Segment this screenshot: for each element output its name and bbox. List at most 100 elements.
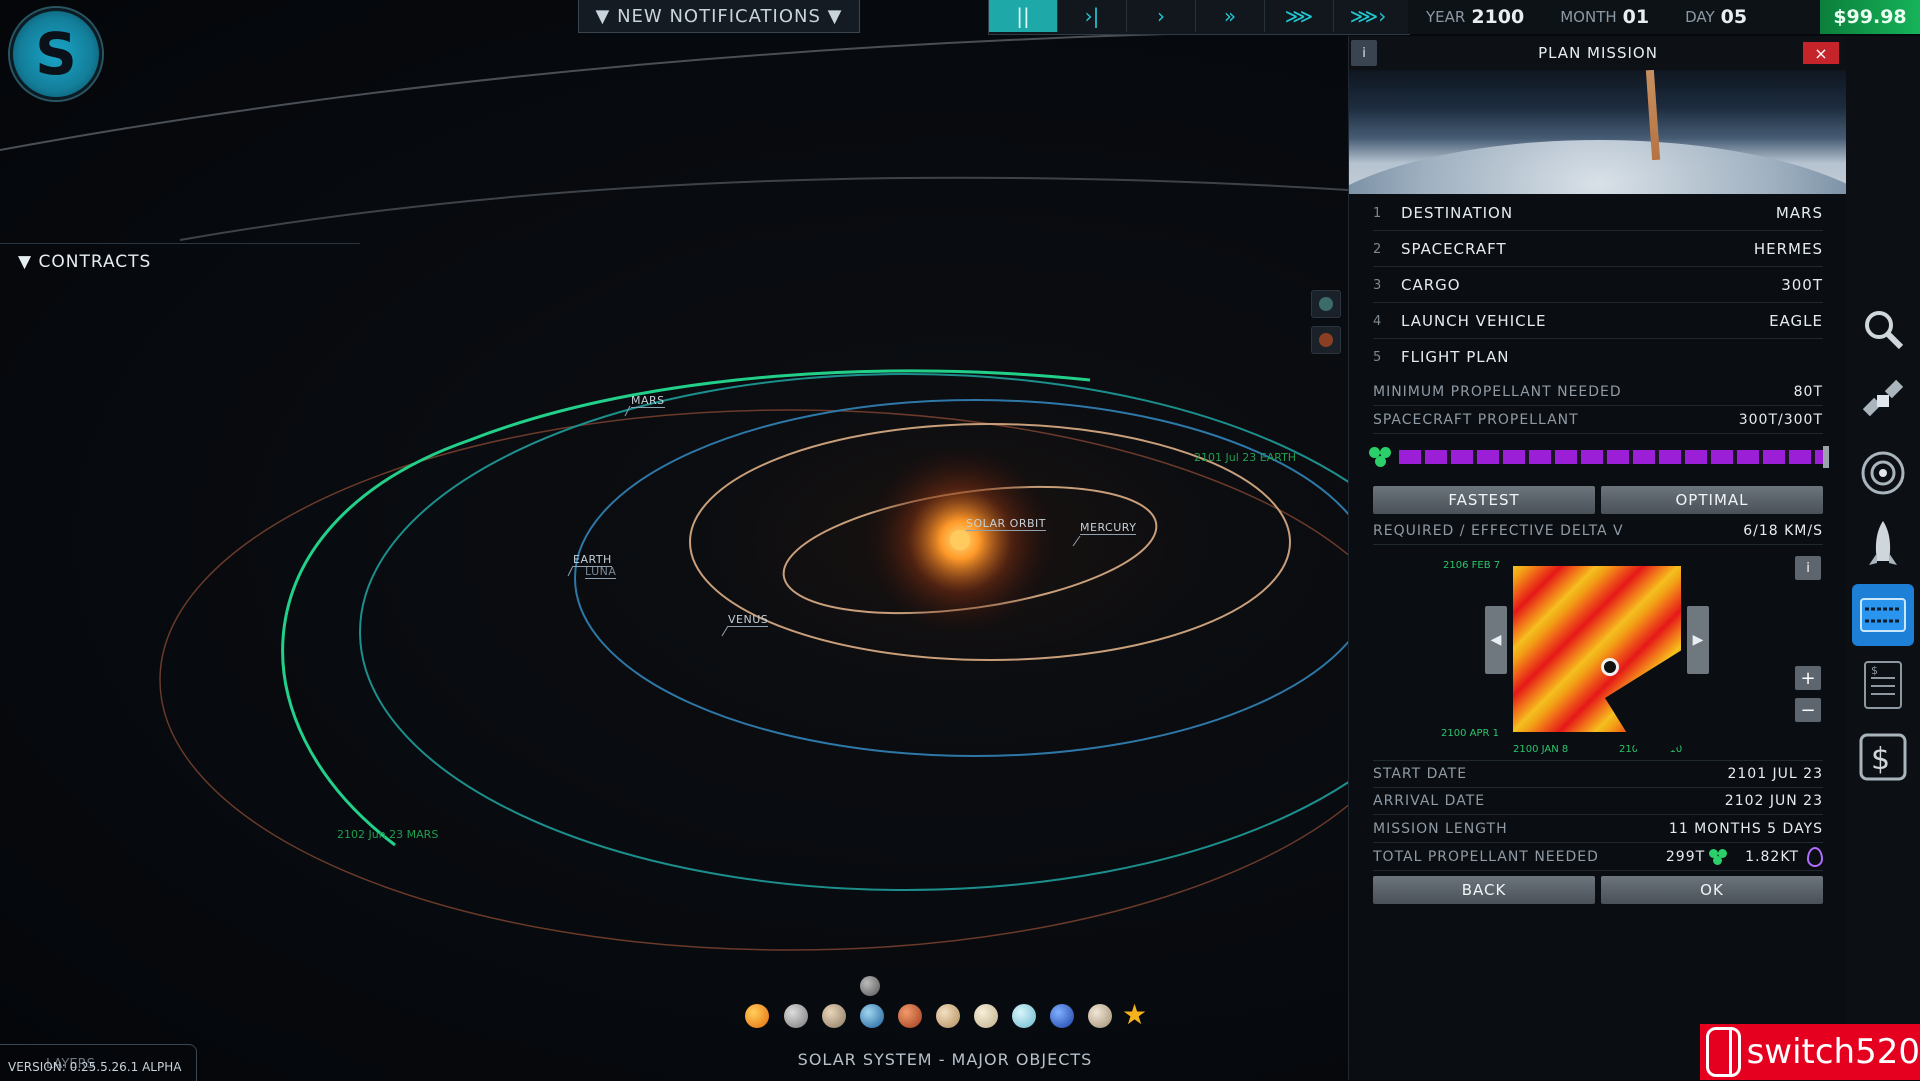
total-propellant-value: 299T	[1665, 849, 1706, 865]
arrival-date-row: ARRIVAL DATE 2102 JUN 23	[1373, 788, 1823, 815]
svg-text:$: $	[1871, 664, 1878, 677]
year-label: YEAR	[1426, 8, 1466, 26]
date-display: YEAR 2100 MONTH 01 DAY 05	[1408, 0, 1820, 34]
earth-icon[interactable]	[860, 1004, 884, 1028]
plan-mission-panel: PLAN MISSION i × 1 DESTINATION MARS 2 SP…	[1348, 36, 1847, 1080]
app-logo[interactable]: S	[10, 8, 102, 100]
launch-image	[1349, 70, 1847, 194]
svg-text:$: $	[1871, 742, 1890, 777]
propellant-icon	[1709, 849, 1729, 865]
porkchop-next-button[interactable]: ▶	[1687, 606, 1709, 674]
propellant-bar-fill	[1399, 450, 1823, 464]
propellant-bar	[1399, 450, 1823, 464]
porkchop-y-bottom-label: 2100 APR 1	[1441, 728, 1499, 739]
saturn-icon[interactable]	[974, 1004, 998, 1028]
watermark-text: switch520	[1746, 1032, 1920, 1072]
solar-orbit-label[interactable]: SOLAR ORBIT	[966, 517, 1046, 531]
venus-icon[interactable]	[822, 1004, 846, 1028]
zoom-out-button[interactable]: −	[1795, 698, 1821, 722]
month-label: MONTH	[1560, 8, 1617, 26]
mars-label[interactable]: MARS	[631, 394, 665, 408]
rocket-icon[interactable]	[1852, 514, 1914, 576]
venus-label[interactable]: VENUS	[728, 613, 769, 627]
contracts-divider	[0, 243, 360, 244]
orbit-diagram	[0, 29, 1348, 951]
uranus-icon[interactable]	[1012, 1004, 1036, 1028]
map-title: SOLAR SYSTEM - MAJOR OBJECTS	[797, 1050, 1093, 1069]
ok-button[interactable]: OK	[1601, 876, 1823, 904]
fast-button[interactable]: »	[1196, 0, 1265, 32]
propellant-icon	[1369, 447, 1393, 469]
jupiter-icon[interactable]	[936, 1004, 960, 1028]
play-button[interactable]: ›	[1127, 0, 1196, 32]
day-label: DAY	[1685, 8, 1715, 26]
faster-button[interactable]: ⋙	[1265, 0, 1334, 32]
fastest-button[interactable]: FASTEST	[1373, 486, 1595, 514]
panel-info-button[interactable]: i	[1351, 40, 1377, 66]
back-button[interactable]: BACK	[1373, 876, 1595, 904]
day-value: 05	[1720, 6, 1748, 28]
step-button[interactable]: ›|	[1058, 0, 1127, 32]
total-propellant-row: TOTAL PROPELLANT NEEDED 299T 1.82KT	[1373, 844, 1823, 871]
solar-system-map[interactable]: S ▼ CONTRACTS MARS EARTH LUNA VENUS SOLA…	[0, 0, 1348, 1081]
mars-arrival-date-label: 2102 Jun 23 MARS	[337, 828, 439, 841]
logo-letter: S	[35, 20, 77, 88]
step-launch-vehicle[interactable]: 4 LAUNCH VEHICLE EAGLE	[1373, 304, 1823, 339]
start-date-row: START DATE 2101 JUL 23	[1373, 760, 1823, 788]
step-cargo[interactable]: 3 CARGO 300T	[1373, 268, 1823, 303]
version-label: VERSION: 0.25.5.26.1 ALPHA	[8, 1060, 182, 1074]
sun	[950, 530, 970, 550]
fastest-button[interactable]: ⋙›	[1334, 0, 1402, 32]
satellite-icon[interactable]	[1852, 370, 1914, 432]
mercury-label[interactable]: MERCURY	[1080, 521, 1137, 535]
outer-orbit-arc	[179, 176, 1348, 241]
min-propellant-row: MINIMUM PROPELLANT NEEDED 80T	[1373, 379, 1823, 406]
speed-controls: || ›| › » ⋙ ⋙›	[988, 0, 1410, 35]
switch-logo-icon	[1706, 1027, 1741, 1077]
outer-orbit-arc	[0, 29, 1348, 151]
globe-view-icon[interactable]	[1311, 290, 1341, 318]
finance-report-icon[interactable]: $	[1852, 654, 1914, 716]
porkchop-plot[interactable]	[1513, 566, 1790, 766]
propellant-slider-handle[interactable]	[1823, 446, 1829, 468]
porkchop-info-button[interactable]: i	[1795, 556, 1821, 580]
earth-arrival-date-label: 2101 Jul 23 EARTH	[1194, 451, 1297, 464]
sun-icon[interactable]	[745, 1004, 769, 1028]
mercury-icon[interactable]	[784, 1004, 808, 1028]
pluto-icon[interactable]	[1088, 1004, 1112, 1028]
money-display: $99.98	[1820, 0, 1920, 34]
contracts-toggle[interactable]: ▼ CONTRACTS	[18, 252, 151, 272]
search-icon[interactable]	[1852, 298, 1914, 360]
month-value: 01	[1622, 6, 1650, 28]
right-toolbar: $ $	[1846, 36, 1920, 1080]
mission-length-row: MISSION LENGTH 11 MONTHS 5 DAYS	[1373, 816, 1823, 843]
panel-title: PLAN MISSION	[1538, 44, 1658, 62]
luna-label[interactable]: LUNA	[585, 565, 617, 579]
missions-icon[interactable]	[1852, 584, 1914, 646]
panel-header: PLAN MISSION	[1349, 36, 1847, 70]
star-icon[interactable]: ★	[1122, 998, 1147, 1031]
mars-icon[interactable]	[898, 1004, 922, 1028]
total-water-value: 1.82KT	[1745, 849, 1799, 865]
spacecraft-propellant-row: SPACECRAFT PROPELLANT 300T/300T	[1373, 407, 1823, 434]
porkchop-y-top-label: 2106 FEB 7	[1443, 560, 1501, 571]
watermark: switch520	[1700, 1024, 1920, 1080]
optimal-button[interactable]: OPTIMAL	[1601, 486, 1823, 514]
trajectory-marker[interactable]	[1601, 658, 1619, 676]
porkchop-prev-button[interactable]: ◀	[1485, 606, 1507, 674]
mars-view-icon[interactable]	[1311, 326, 1341, 354]
step-spacecraft[interactable]: 2 SPACECRAFT HERMES	[1373, 232, 1823, 267]
outer-orbit	[159, 409, 1348, 951]
moon-icon[interactable]	[860, 976, 880, 996]
budget-icon[interactable]: $	[1852, 726, 1914, 788]
porkchop-x-left-label: 2100 JAN 8	[1513, 744, 1569, 755]
step-flight-plan[interactable]: 5 FLIGHT PLAN	[1373, 340, 1823, 374]
step-destination[interactable]: 1 DESTINATION MARS	[1373, 196, 1823, 231]
pause-button[interactable]: ||	[989, 0, 1058, 32]
zoom-in-button[interactable]: +	[1795, 666, 1821, 690]
neptune-icon[interactable]	[1050, 1004, 1074, 1028]
notifications-button[interactable]: ▼ NEW NOTIFICATIONS ▼	[578, 0, 860, 33]
year-value: 2100	[1471, 6, 1525, 28]
close-button[interactable]: ×	[1803, 42, 1839, 64]
orbit-icon[interactable]	[1852, 442, 1914, 504]
